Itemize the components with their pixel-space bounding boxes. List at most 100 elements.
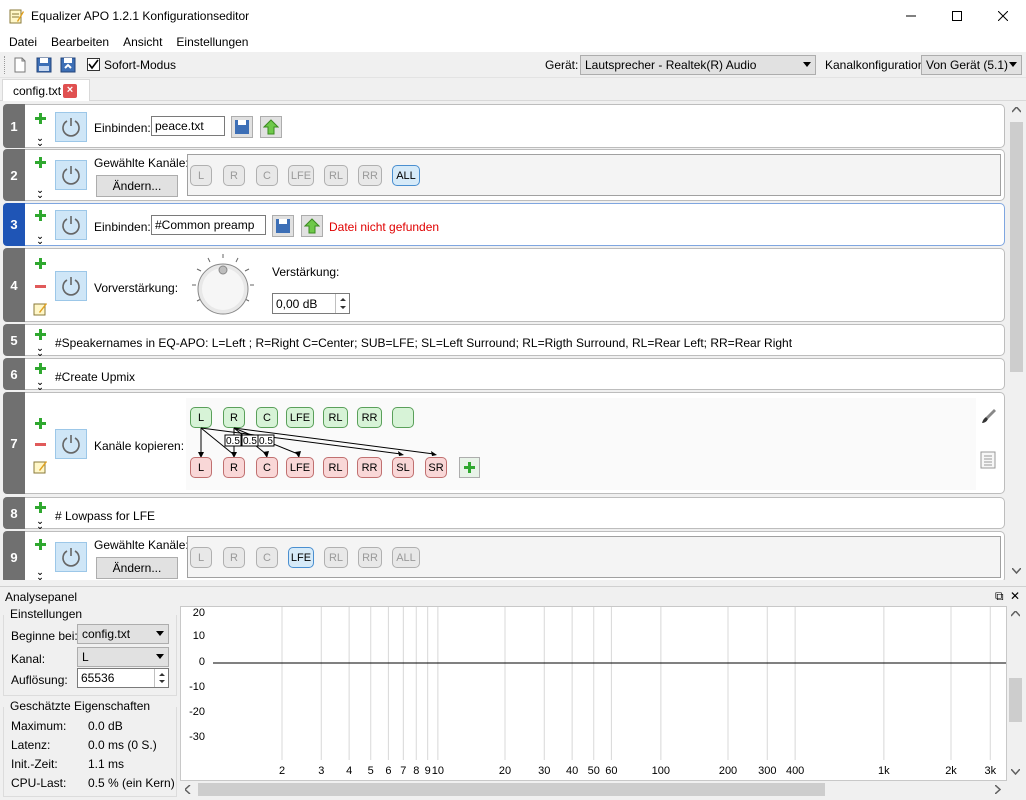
spin-buttons[interactable]	[335, 294, 349, 313]
comment-text[interactable]: #Speakernames in EQ-APO: L=Left ; R=Righ…	[55, 336, 792, 350]
channel-config-select[interactable]: Von Gerät (5.1)	[921, 55, 1022, 75]
float-icon[interactable]: ⧉	[995, 589, 1004, 603]
target-rl[interactable]: RL	[323, 457, 348, 478]
edit-file-button[interactable]	[260, 116, 282, 138]
add-filter-icon[interactable]	[34, 156, 47, 169]
comment-text[interactable]: #Create Upmix	[55, 370, 135, 384]
add-filter-icon[interactable]	[34, 501, 47, 514]
menu-bearbeiten[interactable]: Bearbeiten	[44, 35, 116, 49]
channel-r[interactable]: R	[223, 165, 245, 186]
channel-all[interactable]: ALL	[392, 547, 420, 568]
resolution-input[interactable]: 65536	[77, 668, 169, 688]
channel-c[interactable]: C	[256, 165, 278, 186]
scroll-up-icon[interactable]	[1011, 611, 1020, 617]
channel-rl[interactable]: RL	[324, 165, 348, 186]
power-toggle[interactable]	[55, 210, 87, 240]
channel-l[interactable]: L	[190, 165, 212, 186]
power-toggle[interactable]	[55, 429, 87, 459]
gain-chip-1[interactable]: 0.5	[226, 436, 240, 447]
channel-rr[interactable]: RR	[358, 547, 382, 568]
scroll-down-icon[interactable]	[1012, 568, 1021, 574]
menu-datei[interactable]: Datei	[2, 35, 44, 49]
power-toggle[interactable]	[55, 112, 87, 142]
tab-close-icon[interactable]: ×	[63, 84, 77, 98]
add-target-button[interactable]	[459, 457, 480, 478]
tab-config[interactable]: config.txt ×	[2, 79, 90, 101]
menu-ansicht[interactable]: Ansicht	[116, 35, 169, 49]
panel-controls[interactable]: ⧉ ✕	[995, 589, 1020, 604]
close-button[interactable]	[980, 0, 1026, 31]
channel-all[interactable]: ALL	[392, 165, 420, 186]
new-file-button[interactable]	[9, 54, 31, 76]
channel-lfe[interactable]: LFE	[288, 165, 314, 186]
scrollbar-thumb[interactable]	[1009, 678, 1022, 722]
add-filter-icon[interactable]	[34, 112, 47, 125]
target-c[interactable]: C	[256, 457, 278, 478]
expand-down-icon[interactable]: ⌄ ⌄	[35, 232, 45, 246]
gain-chip-2[interactable]: 0.5	[243, 436, 257, 447]
add-filter-icon[interactable]	[34, 209, 47, 222]
channel-rl[interactable]: RL	[324, 547, 348, 568]
include-file-input[interactable]: #Common preamp	[151, 215, 266, 235]
channel-r[interactable]: R	[223, 547, 245, 568]
edit-icon[interactable]	[33, 459, 48, 474]
scroll-left-icon[interactable]	[185, 785, 191, 794]
minimize-button[interactable]	[888, 0, 934, 31]
save-as-button[interactable]	[57, 54, 79, 76]
remove-filter-icon[interactable]	[34, 438, 47, 451]
save-button[interactable]	[33, 54, 55, 76]
scrollbar-thumb[interactable]	[1010, 122, 1023, 372]
add-filter-icon[interactable]	[34, 417, 47, 430]
comment-text[interactable]: # Lowpass for LFE	[55, 509, 155, 523]
maximize-button[interactable]	[934, 0, 980, 31]
target-l[interactable]: L	[190, 457, 212, 478]
add-filter-icon[interactable]	[34, 257, 47, 270]
power-toggle[interactable]	[55, 160, 87, 190]
gain-chip-3[interactable]: 0.5	[259, 436, 273, 447]
scroll-right-icon[interactable]	[995, 785, 1001, 794]
scroll-down-icon[interactable]	[1011, 769, 1020, 775]
change-channels-button[interactable]: Ändern...	[96, 557, 178, 579]
open-file-button[interactable]	[272, 215, 294, 237]
expand-down-icon[interactable]: ⌄ ⌄	[35, 134, 45, 148]
open-file-button[interactable]	[231, 116, 253, 138]
expand-down-icon[interactable]: ⌄ ⌄	[35, 378, 45, 392]
target-lfe[interactable]: LFE	[286, 457, 314, 478]
gain-knob[interactable]	[191, 253, 255, 317]
change-channels-button[interactable]: Ändern...	[96, 175, 178, 197]
brush-icon[interactable]	[980, 407, 998, 425]
list-icon[interactable]	[980, 451, 996, 469]
device-select[interactable]: Lautsprecher - Realtek(R) Audio	[580, 55, 816, 75]
channel-rr[interactable]: RR	[358, 165, 382, 186]
remove-filter-icon[interactable]	[34, 280, 47, 293]
channel-select[interactable]: L	[77, 647, 169, 667]
spin-buttons[interactable]	[154, 669, 168, 687]
menu-einstellungen[interactable]: Einstellungen	[169, 35, 255, 49]
frequency-response-plot[interactable]: 20 10 0 -10 -20 -30 2 3 4 5 6 7 8 9 10 20 30 40 50 60…	[180, 606, 1007, 781]
target-r[interactable]: R	[223, 457, 245, 478]
add-filter-icon[interactable]	[34, 538, 47, 551]
power-toggle[interactable]	[55, 271, 87, 301]
expand-down-icon[interactable]: ⌄ ⌄	[35, 186, 45, 200]
add-filter-icon[interactable]	[34, 362, 47, 375]
filter-scrollbar[interactable]	[1008, 102, 1025, 580]
expand-down-icon[interactable]: ⌄ ⌄	[35, 517, 45, 531]
scrollbar-thumb[interactable]	[198, 783, 825, 796]
plot-vertical-scrollbar[interactable]	[1007, 606, 1024, 781]
gain-input[interactable]: 0,00 dB	[272, 293, 350, 314]
plot-horizontal-scrollbar[interactable]	[180, 781, 1007, 798]
channel-l[interactable]: L	[190, 547, 212, 568]
target-rr[interactable]: RR	[357, 457, 382, 478]
scroll-up-icon[interactable]	[1012, 107, 1021, 113]
power-toggle[interactable]	[55, 542, 87, 572]
channel-c[interactable]: C	[256, 547, 278, 568]
add-filter-icon[interactable]	[34, 328, 47, 341]
start-select[interactable]: config.txt	[77, 624, 169, 644]
include-file-input[interactable]: peace.txt	[151, 116, 225, 136]
target-sl[interactable]: SL	[392, 457, 414, 478]
expand-down-icon[interactable]: ⌄ ⌄	[35, 568, 45, 581]
edit-file-button[interactable]	[301, 215, 323, 237]
instant-mode-checkbox[interactable]	[87, 58, 100, 71]
channel-lfe[interactable]: LFE	[288, 547, 314, 568]
close-icon[interactable]: ✕	[1010, 589, 1020, 603]
